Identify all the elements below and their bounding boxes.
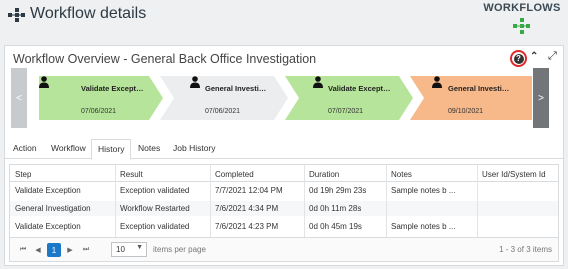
person-icon (39, 76, 49, 88)
tab-workflow[interactable]: Workflow (51, 143, 86, 153)
column-divider (210, 165, 211, 237)
step-name: Validate Exception (328, 84, 392, 93)
step-name: General Investigati... (448, 84, 512, 93)
page-size-label: items per page (153, 245, 206, 254)
workflow-icon (8, 8, 25, 22)
table-cell: 0d 0h 45m 19s (309, 222, 362, 231)
pager-info: 1 - 3 of 3 items (499, 245, 552, 254)
person-icon (313, 76, 323, 88)
page-size-value: 10 (116, 245, 125, 254)
page-size-select[interactable]: 10 ▼ (111, 242, 147, 257)
column-header[interactable]: Notes (391, 170, 412, 179)
table-cell: Sample notes b ... (391, 186, 456, 195)
column-header[interactable]: Step (15, 170, 31, 179)
table-cell: 7/6/2021 4:34 PM (215, 204, 279, 213)
table-cell: Sample notes b ... (391, 222, 456, 231)
step-date: 07/06/2021 (205, 108, 241, 115)
stepper-next-button[interactable]: > (533, 68, 549, 128)
person-icon (190, 76, 200, 88)
help-button[interactable]: ? (510, 50, 527, 67)
tab-action[interactable]: Action (13, 143, 37, 153)
column-header[interactable]: User Id/System Id (482, 170, 546, 179)
stepper-prev-button[interactable]: < (11, 68, 27, 128)
table-cell: 7/6/2021 4:23 PM (215, 222, 279, 231)
table-cell: Workflow Restarted (120, 204, 190, 213)
next-page-icon[interactable]: ▶ (63, 243, 77, 257)
last-page-icon[interactable]: ⏭ (79, 243, 93, 257)
workflow-overview-panel: Workflow Overview - General Back Office … (4, 45, 564, 266)
table-cell: Exception validated (120, 222, 190, 231)
workflows-label: WORKFLOWS (483, 2, 561, 14)
expand-icon[interactable]: ⤢ (548, 50, 557, 63)
pager: ⏮ ◀ 1 ▶ ⏭ 10 ▼ items per page 1 - 3 of 3… (9, 238, 559, 262)
person-icon (432, 76, 442, 88)
table-cell: General Investigation (15, 204, 91, 213)
workflows-badge[interactable]: WORKFLOWS (482, 2, 562, 35)
table-cell: 7/7/2021 12:04 PM (215, 186, 283, 195)
table-cell: Validate Exception (15, 186, 81, 195)
tab-notes[interactable]: Notes (138, 143, 160, 153)
collapse-icon[interactable]: ⌃ (530, 51, 538, 62)
table-cell: 0d 0h 11m 28s (309, 204, 362, 213)
column-header[interactable]: Result (120, 170, 143, 179)
column-header[interactable]: Completed (215, 170, 254, 179)
step-date: 07/07/2021 (328, 108, 364, 115)
step-date: 07/06/2021 (81, 108, 117, 115)
column-divider (115, 165, 116, 237)
table-cell: Exception validated (120, 186, 190, 195)
history-table: Step Result Completed Duration Notes Use… (9, 164, 559, 238)
help-icon: ? (513, 53, 524, 64)
workflows-icon (513, 18, 530, 34)
column-divider (386, 165, 387, 237)
tab-job-history[interactable]: Job History (173, 143, 216, 153)
step-date: 09/10/2021 (448, 108, 484, 115)
tab-bar: Action Workflow History Notes Job Histor… (5, 139, 563, 160)
step-name: General Investigati... (205, 84, 269, 93)
column-divider (477, 165, 478, 237)
step-name: Validate Exception (81, 84, 145, 93)
column-header[interactable]: Duration (309, 170, 339, 179)
current-page-button[interactable]: 1 (47, 243, 61, 257)
page-title: Workflow details (30, 5, 147, 22)
chevron-down-icon: ▼ (136, 244, 143, 251)
table-cell: 0d 19h 29m 23s (309, 186, 367, 195)
prev-page-icon[interactable]: ◀ (31, 243, 45, 257)
table-cell: Validate Exception (15, 222, 81, 231)
column-divider (304, 165, 305, 237)
first-page-icon[interactable]: ⏮ (16, 243, 30, 257)
panel-title: Workflow Overview - General Back Office … (13, 52, 317, 66)
tab-history[interactable]: History (91, 139, 132, 160)
